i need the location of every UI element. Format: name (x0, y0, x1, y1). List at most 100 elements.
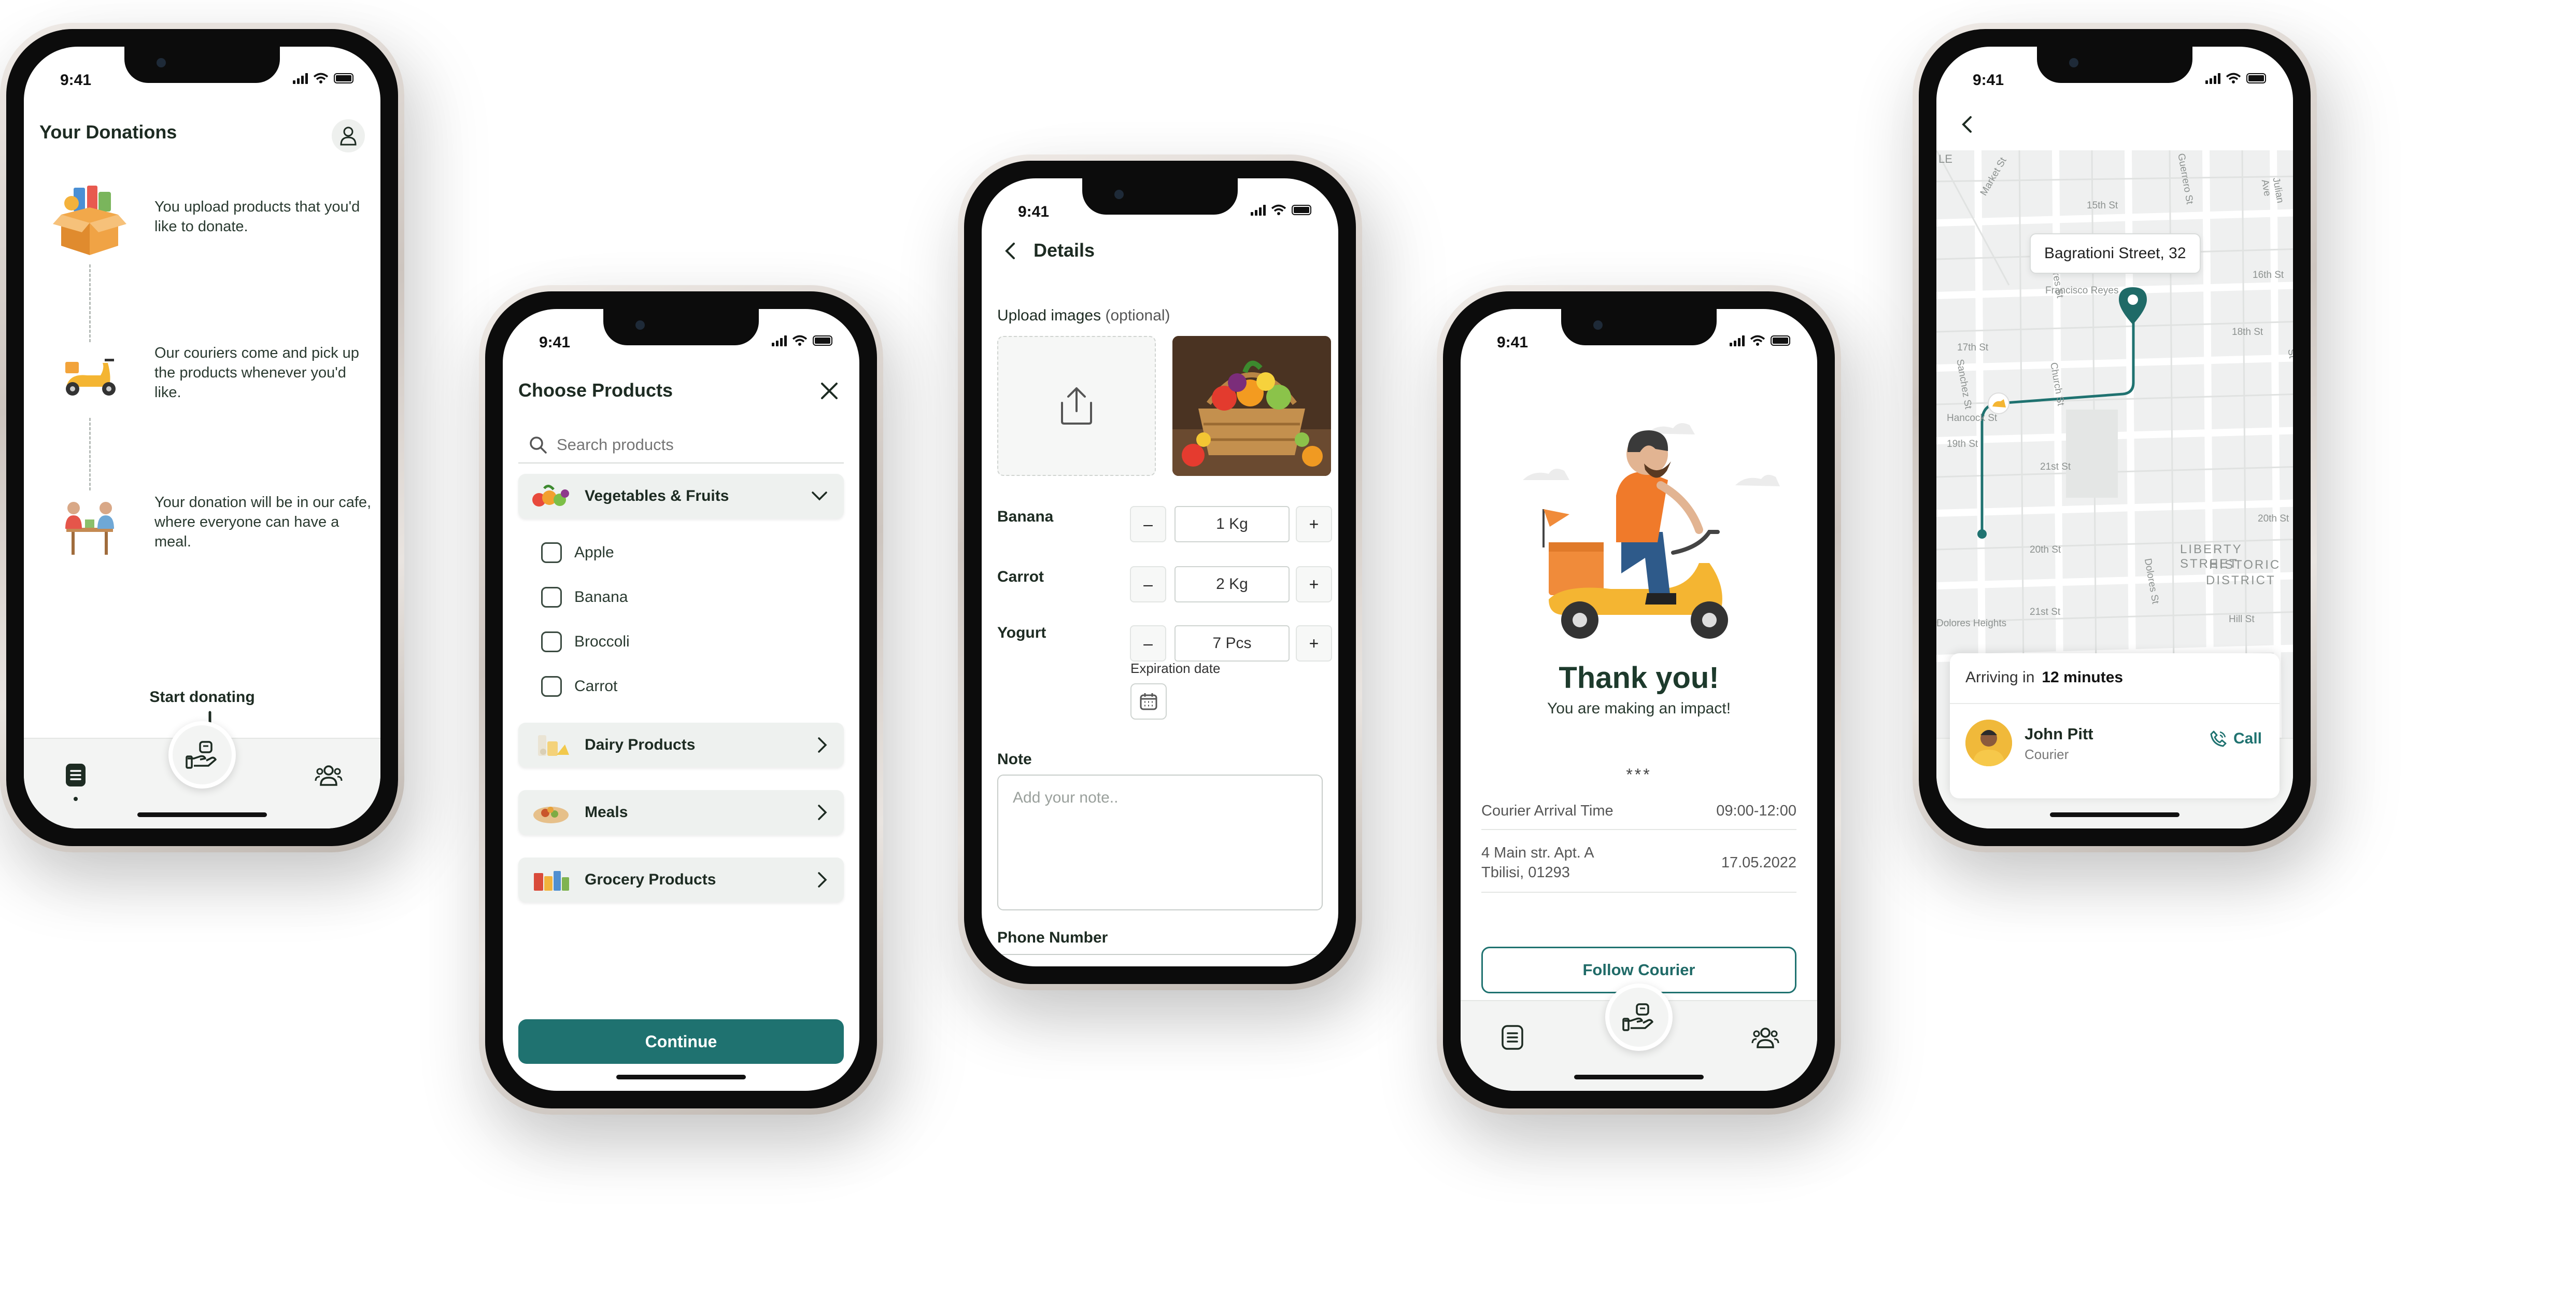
map-label: 20th St (2030, 544, 2061, 555)
profile-button[interactable] (332, 119, 365, 152)
cafe-illustration (65, 502, 114, 555)
map-label: 20th St (2258, 513, 2289, 524)
courier-scooter-illustration (1523, 423, 1780, 639)
checkbox[interactable] (541, 587, 562, 608)
step-text: You upload products that you'd like to d… (154, 199, 360, 235)
map-label: LE (1938, 152, 1952, 165)
start-donating-label: Start donating (149, 688, 255, 706)
product-checkbox-carrot[interactable]: Carrot (541, 676, 617, 697)
home-indicator (137, 812, 267, 817)
increase-button[interactable]: + (1296, 566, 1332, 602)
checkbox[interactable] (541, 676, 562, 697)
map-label: 17th St (1957, 342, 1989, 353)
back-icon[interactable] (1000, 241, 1021, 261)
phone-thank-you: 9:41 Thank you! You are making an impact… (1437, 285, 1841, 1115)
back-icon[interactable] (1957, 114, 1978, 135)
status-time: 9:41 (60, 72, 92, 89)
checkbox[interactable] (541, 631, 562, 652)
screen-donations: 9:41 Your Donations You upload products … (24, 47, 380, 828)
donate-button[interactable] (168, 721, 236, 789)
arrival-time-row: Courier Arrival Time 09:00-12:00 (1481, 803, 1796, 830)
category-meals[interactable]: Meals (518, 790, 844, 835)
checkbox[interactable] (541, 542, 562, 563)
phone-bezel: 9:41 LE Market St 15th St Guerrero St Ju… (1919, 29, 2311, 846)
map-label: DISTRICT (2206, 573, 2276, 587)
decrease-button[interactable]: – (1130, 506, 1166, 542)
call-button[interactable]: Call (2210, 730, 2262, 748)
map-label: 16th St (2253, 270, 2284, 280)
arrival-time-label: Courier Arrival Time (1481, 803, 1613, 819)
product-checkbox-apple[interactable]: Apple (541, 542, 614, 563)
page-title: Details (1034, 240, 1095, 261)
close-icon[interactable] (818, 380, 841, 402)
uploaded-basket-photo[interactable] (1172, 336, 1331, 476)
search-input[interactable] (557, 435, 764, 454)
screen-choose-products: 9:41 Choose Products Vegetables & Fruits… (503, 309, 859, 1091)
courier-avatar (1965, 720, 2012, 766)
chevron-right-icon (818, 805, 827, 820)
quantity-field[interactable]: 7 Pcs (1174, 625, 1290, 662)
battery-icon (2246, 73, 2266, 83)
upload-label-text: Upload images (997, 307, 1101, 324)
category-dairy-products[interactable]: Dairy Products (518, 723, 844, 767)
courier-card: Arriving in 12 minutes John Pitt Courier … (1950, 653, 2280, 798)
pickup-date-value: 17.05.2022 (1721, 854, 1796, 871)
category-vegetables-fruits[interactable]: Vegetables & Fruits (518, 474, 844, 518)
page-title: Your Donations (39, 121, 177, 143)
nav-people-button[interactable] (1750, 1022, 1781, 1053)
notch (1082, 178, 1238, 215)
battery-icon (1771, 335, 1790, 346)
phone-number-label: Phone Number (997, 929, 1108, 946)
note-textarea[interactable]: Add your note.. (997, 775, 1323, 910)
battery-icon (1292, 205, 1311, 215)
increase-button[interactable]: + (1296, 506, 1332, 542)
list-icon (66, 764, 86, 786)
wifi-icon (1750, 335, 1765, 346)
phone-bezel: 9:41 Your Donations You upload products … (6, 29, 398, 846)
status-time: 9:41 (1497, 334, 1528, 351)
decrease-button[interactable]: – (1130, 625, 1166, 662)
arrival-time-value: 09:00-12:00 (1716, 803, 1796, 819)
list-icon (1502, 1025, 1523, 1050)
quantity-field[interactable]: 2 Kg (1174, 566, 1290, 602)
decrease-button[interactable]: – (1130, 566, 1166, 602)
status-icons (293, 73, 353, 84)
phone-bezel: 9:41 Thank you! You are making an impact… (1443, 291, 1835, 1108)
product-label: Apple (574, 544, 614, 561)
nav-list-button[interactable] (1497, 1022, 1528, 1053)
quantity-field[interactable]: 1 Kg (1174, 506, 1290, 542)
thank-you-title: Thank you! (1559, 661, 1719, 695)
search-icon (530, 437, 547, 454)
signal-icon (1251, 204, 1266, 216)
phone-bezel: 9:41 Choose Products Vegetables & Fruits… (485, 291, 877, 1108)
arrival-eta: 12 minutes (2042, 669, 2124, 686)
category-grocery-products[interactable]: Grocery Products (518, 858, 844, 902)
product-checkbox-banana[interactable]: Banana (541, 587, 628, 608)
address-line-1: 4 Main str. Apt. A (1481, 845, 1594, 861)
product-checkbox-broccoli[interactable]: Broccoli (541, 631, 630, 652)
expiration-date-button[interactable] (1130, 683, 1167, 720)
notch (603, 309, 759, 345)
screen-thank-you: 9:41 Thank you! You are making an impact… (1461, 309, 1817, 1091)
increase-button[interactable]: + (1296, 625, 1332, 662)
status-time: 9:41 (1018, 203, 1050, 220)
donate-button[interactable] (1605, 983, 1673, 1051)
signal-icon (293, 73, 308, 84)
phone-number-field[interactable] (997, 954, 1323, 966)
upload-icon (1061, 387, 1092, 425)
map-pin-icon (2119, 287, 2147, 325)
wifi-icon (313, 73, 329, 83)
product-name: Carrot (997, 568, 1044, 585)
notch (124, 47, 280, 83)
category-label: Meals (585, 804, 628, 821)
continue-button[interactable]: Continue (518, 1019, 844, 1064)
phone-bezel: 9:41 Details Upload images (optional) Ba… (964, 161, 1356, 984)
address-date-row: 4 Main str. Apt. A Tbilisi, 01293 17.05.2… (1481, 843, 1796, 893)
battery-icon (813, 335, 832, 346)
phone-tracking: 9:41 LE Market St 15th St Guerrero St Ju… (1913, 23, 2317, 852)
upload-dropzone[interactable] (997, 336, 1156, 476)
upload-optional-text: (optional) (1105, 307, 1170, 324)
nav-list-button[interactable] (60, 760, 91, 791)
search-bar (518, 427, 844, 463)
nav-people-button[interactable] (313, 760, 344, 791)
